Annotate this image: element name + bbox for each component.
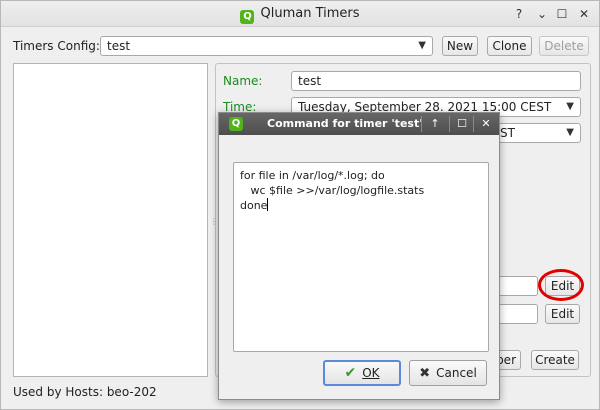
chevron-down-icon: ▼ xyxy=(566,127,574,138)
command-line: for file in /var/log/*.log; do xyxy=(240,169,385,182)
minimize-button[interactable]: ⌄ xyxy=(534,6,550,22)
window-titlebar[interactable]: Q Qluman Timers ? ⌄ ☐ ✕ xyxy=(1,1,599,27)
window-title: Qluman Timers xyxy=(260,6,360,21)
timers-config-label: Timers Config: xyxy=(13,39,100,53)
ok-button[interactable]: ✔ OK xyxy=(323,360,401,386)
dialog-close-button[interactable]: ✕ xyxy=(478,116,494,132)
chevron-down-icon: ▼ xyxy=(418,40,426,51)
clone-button[interactable]: Clone xyxy=(487,36,532,56)
command-editor[interactable]: for file in /var/log/*.log; do wc $file … xyxy=(233,162,489,352)
command-dialog: Q Command for timer 'test' ↑ ☐ ✕ for fil… xyxy=(218,112,500,400)
titlebar-separator xyxy=(421,116,422,132)
titlebar-separator xyxy=(473,116,474,132)
name-input[interactable]: test xyxy=(291,71,581,91)
ok-label: OK xyxy=(362,366,380,380)
text-caret xyxy=(267,198,269,211)
new-button[interactable]: New xyxy=(442,36,478,56)
app-logo-icon: Q xyxy=(240,10,255,24)
dialog-titlebar[interactable]: Q Command for timer 'test' ↑ ☐ ✕ xyxy=(219,113,499,135)
timers-config-select[interactable]: test ▼ xyxy=(100,36,433,56)
check-icon: ✔ xyxy=(344,365,357,381)
close-button[interactable]: ✕ xyxy=(576,6,592,22)
used-by-hosts-text: Used by Hosts: beo-202 xyxy=(13,385,157,399)
command-line: wc $file >>/var/log/logfile.stats xyxy=(240,184,425,197)
edit-second-command-button[interactable]: Edit xyxy=(545,304,580,324)
second-time-value: ST xyxy=(500,126,515,140)
chevron-down-icon: ▼ xyxy=(566,101,574,112)
titlebar-separator xyxy=(449,116,450,132)
command-line: done xyxy=(240,199,268,212)
maximize-button[interactable]: ☐ xyxy=(554,6,570,22)
host-list[interactable] xyxy=(13,63,208,377)
dialog-logo-icon: Q xyxy=(229,117,243,131)
delete-button[interactable]: Delete xyxy=(539,36,589,56)
cancel-button[interactable]: ✖ Cancel xyxy=(409,360,487,386)
annotation-highlight-circle xyxy=(538,269,584,301)
dialog-keep-above-button[interactable]: ↑ xyxy=(427,116,443,132)
help-button[interactable]: ? xyxy=(511,6,527,22)
cancel-label: Cancel xyxy=(436,366,477,380)
x-icon: ✖ xyxy=(419,366,431,381)
dialog-maximize-button[interactable]: ☐ xyxy=(454,116,470,132)
timers-config-value: test xyxy=(107,39,131,53)
dialog-title: Command for timer 'test' xyxy=(267,117,423,130)
name-label: Name: xyxy=(223,74,263,88)
create-button[interactable]: Create xyxy=(531,350,579,370)
